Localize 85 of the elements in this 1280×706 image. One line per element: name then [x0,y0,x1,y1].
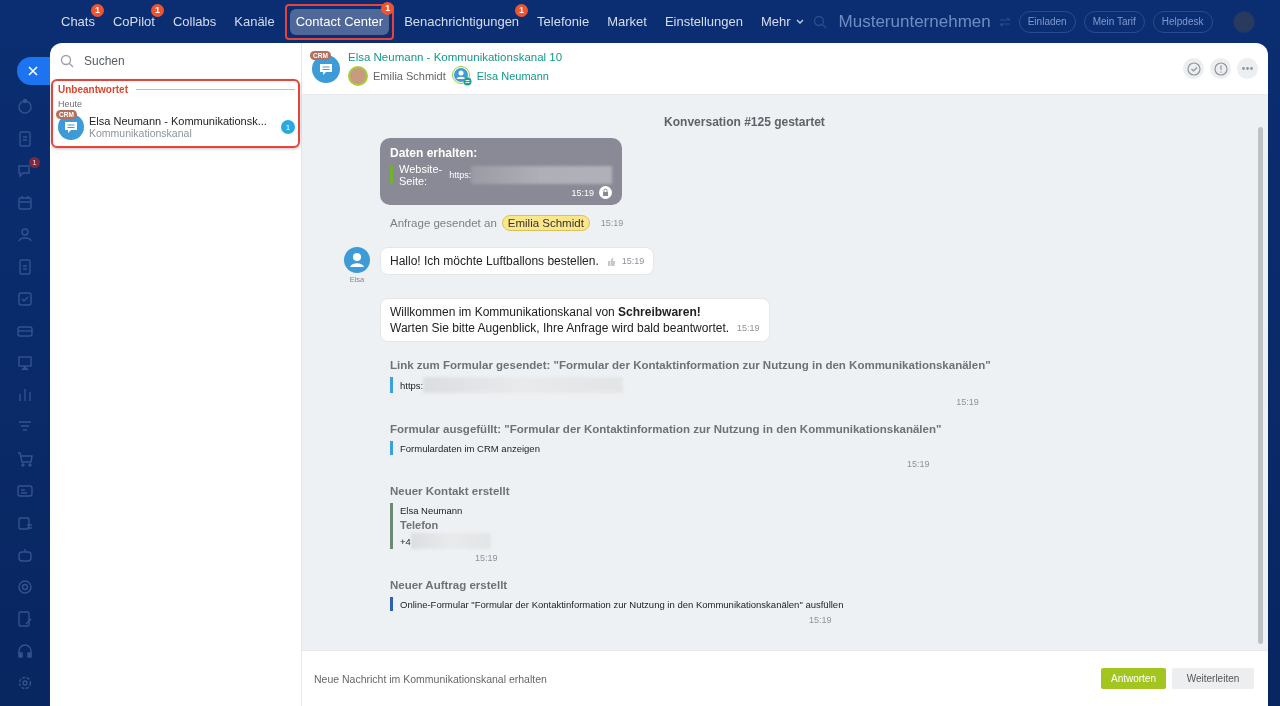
event-text: Online-Formular "Formular der Kontaktinformation zur Nutzung in den Kommunikationskanälen" ausfüllen [400,598,844,610]
message-title: Daten erhalten: [390,146,479,160]
lock-icon [599,186,612,199]
calendar-list-icon[interactable] [16,514,34,532]
unread-count: 1 [281,120,295,134]
event-title: Neuer Auftrag erstellt [390,579,509,591]
event-text: +4 [400,535,411,547]
chat-bubble-avatar-icon [58,114,84,140]
calendar-icon[interactable] [16,194,34,212]
target-icon[interactable] [16,578,34,596]
close-icon [27,66,38,76]
counter-badge: 1 [515,3,529,17]
member-name[interactable]: Elsa Neumann [476,70,549,82]
event-text: https: [400,379,424,391]
system-message: Konversation #125 gestartet [664,115,825,129]
counter-badge: 1 [29,157,40,168]
event-text: Formulardaten im CRM anzeigen [400,442,540,454]
chat-bubble-avatar-icon [312,54,340,83]
message-time: 15:19 [737,323,760,333]
nav-tab[interactable]: Market [601,8,653,35]
robot-icon[interactable] [16,546,34,564]
message-time: 15:19 [906,459,930,469]
id-card-icon[interactable] [16,482,34,500]
client-avatar-icon [451,66,472,86]
section-title: Unbeantwortet [58,84,128,95]
caret-icon [795,18,804,25]
nav-tab[interactable]: Mehr [754,8,810,35]
presentation-icon[interactable] [16,354,34,372]
warning-icon [1212,60,1229,77]
chat-title[interactable]: Elsa Neumann - Kommunikationskanal 10 [348,51,563,63]
settings-icon[interactable] [16,674,34,692]
request-text: Anfrage gesendet an [390,217,497,229]
user-avatar-icon [344,247,370,273]
event-title: Neuer Kontakt erstellt [390,485,510,497]
counter-badge: 1 [150,3,164,17]
search-icon [60,54,74,68]
document-icon[interactable] [16,130,34,148]
tool-button[interactable] [1210,58,1231,79]
event-title: Link zum Formular gesendet: "Formular der Kontaktinformation zur Nutzung in den Kommunikationskanälen" [390,359,991,371]
message-time: 15:19 [808,615,832,625]
nav-tab[interactable]: Einstellungen [658,8,749,35]
message-time: 15:19 [956,397,979,407]
company-name[interactable]: Musterunternehmen [838,11,991,32]
status-text: Neue Nachricht im Kommunikationskanal erhalten [314,672,547,685]
avatar [348,66,368,86]
headset-icon[interactable] [16,642,34,660]
thumbs-up-icon [606,256,616,266]
document-icon[interactable] [16,258,34,276]
message-time: 15:19 [600,218,624,228]
nav-tab[interactable]: Telefonie [531,8,596,35]
message-text: Hallo! Ich möchte Luftballons bestellen. [390,254,599,268]
nav-tab[interactable]: Kanäle [228,8,281,35]
operator-tag[interactable]: Emilia Schmidt [501,215,590,231]
group-label: Heute [58,99,84,109]
forward-button[interactable]: Weiterleiten [1172,668,1254,689]
check-circle-icon [1185,60,1202,77]
nav-tab[interactable]: Collabs [166,8,223,35]
field-label: Telefon [400,519,439,531]
people-icon[interactable] [16,226,34,244]
event-title: Formular ausgefüllt: "Formular der Kontaktinformation zur Nutzung in den Kommunikationskanälen" [390,423,942,435]
counter-badge: 1 [381,1,395,15]
counter-badge: 1 [90,3,104,17]
bar-chart-icon[interactable] [16,386,34,404]
tool-button[interactable] [1237,58,1258,79]
cart-icon[interactable] [16,450,34,468]
tool-button[interactable] [1183,58,1204,79]
more-icon [1242,67,1253,70]
user-avatar[interactable] [1232,10,1255,33]
scrollbar[interactable] [1258,127,1263,644]
search-icon[interactable] [812,14,827,29]
message-time: 15:19 [571,187,594,198]
checkbox-icon[interactable] [16,290,34,308]
chat-title: Elsa Neumann - Kommunikationsk... [89,115,268,127]
event-text: Elsa Neumann [400,504,463,516]
close-button[interactable] [16,57,51,85]
chat-subtitle: Kommunikationskanal [89,127,193,139]
message-time: 15:19 [475,553,498,563]
member-name[interactable]: Emilia Schmidt [373,70,446,82]
swap-icon[interactable] [998,16,1011,27]
message-text: Warten Sie bitte Augenblick, Ihre Anfrage wird bald beantwortet. [390,321,730,335]
edit-document-icon[interactable] [16,610,34,628]
field-label: Website-Seite: [399,163,444,187]
message-time: 15:19 [621,256,645,266]
message-text: Willkommen im Kommunikationskanal von Schreibwaren! [390,305,701,319]
field-value: https: [449,170,472,180]
